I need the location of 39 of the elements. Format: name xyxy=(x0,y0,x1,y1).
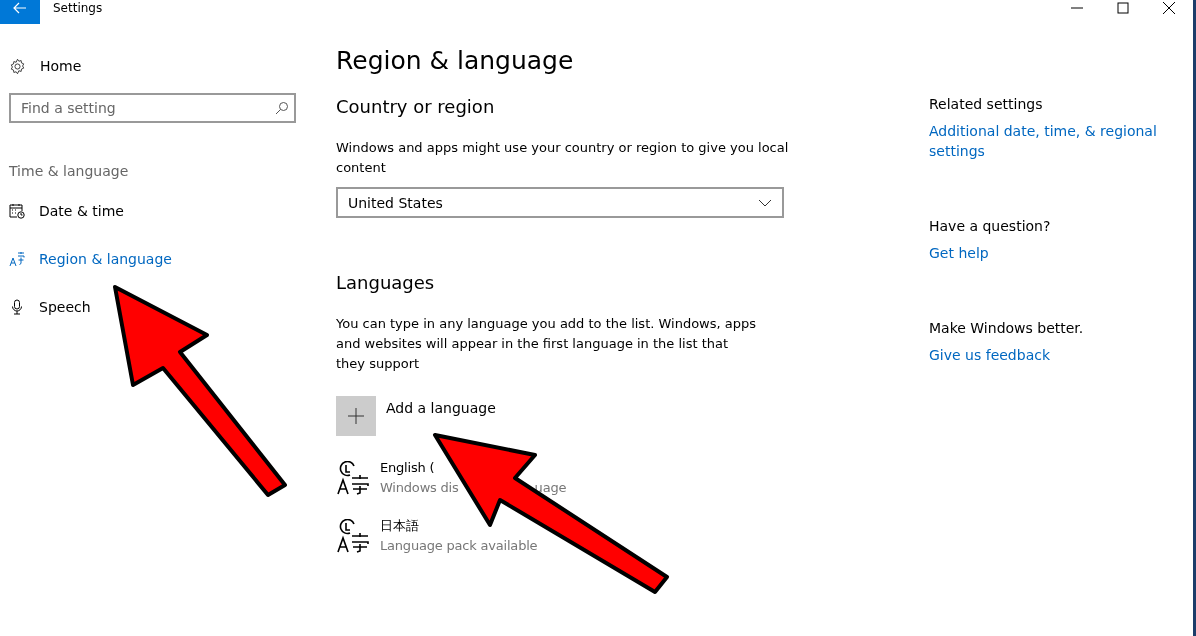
section-heading: Country or region xyxy=(336,96,496,117)
back-button[interactable] xyxy=(0,0,40,24)
settings-icon xyxy=(9,57,26,75)
sidebar-item[interactable]: Speech xyxy=(9,283,336,331)
search-icon xyxy=(275,101,289,115)
close-icon xyxy=(1163,2,1175,14)
help-link[interactable]: Get help xyxy=(929,243,1159,263)
language-icon xyxy=(9,251,25,267)
description-text: Windows and apps might use your country or region to give you local content xyxy=(336,139,790,177)
feedback-link[interactable]: Give us feedback xyxy=(929,345,1159,365)
language-clock-icon xyxy=(336,519,370,553)
language-status: Language pack available xyxy=(380,538,538,553)
microphone-icon xyxy=(9,299,25,315)
question-heading: Have a question? xyxy=(929,218,1052,234)
language-item[interactable]: English ( Windows dis uage xyxy=(336,458,929,498)
description-text: You can type in any language you add to the list. Windows, apps and websites will appear in the first language in the list that they support xyxy=(336,315,758,373)
section-heading: Languages xyxy=(336,272,436,293)
calendar-clock-icon xyxy=(9,203,25,219)
language-status: uage xyxy=(534,480,567,495)
back-arrow-icon xyxy=(13,2,27,14)
section-label: Time & language xyxy=(9,163,130,179)
add-button[interactable] xyxy=(336,396,376,436)
feedback-heading: Make Windows better. xyxy=(929,320,1085,336)
country-dropdown[interactable]: United States xyxy=(336,187,784,218)
window-title: Settings xyxy=(53,1,103,15)
language-clock-icon xyxy=(336,461,370,495)
plus-icon xyxy=(347,407,365,425)
home-link[interactable]: Home xyxy=(9,46,336,86)
maximize-icon xyxy=(1117,2,1129,14)
page-title: Region & language xyxy=(336,46,575,75)
regional-settings-link[interactable]: Additional date, time, & regional settings xyxy=(929,121,1159,161)
sidebar-item[interactable]: Date & time xyxy=(9,187,336,235)
add-language-label: Add a language xyxy=(386,399,496,416)
sidebar-item[interactable]: Region & language xyxy=(9,235,336,283)
chevron-down-icon xyxy=(758,198,772,207)
language-status: Windows dis xyxy=(380,480,459,495)
search-field[interactable]: Find a setting xyxy=(9,93,296,123)
language-item[interactable]: 日本語 Language pack available xyxy=(336,516,929,556)
related-heading: Related settings xyxy=(929,96,1044,112)
